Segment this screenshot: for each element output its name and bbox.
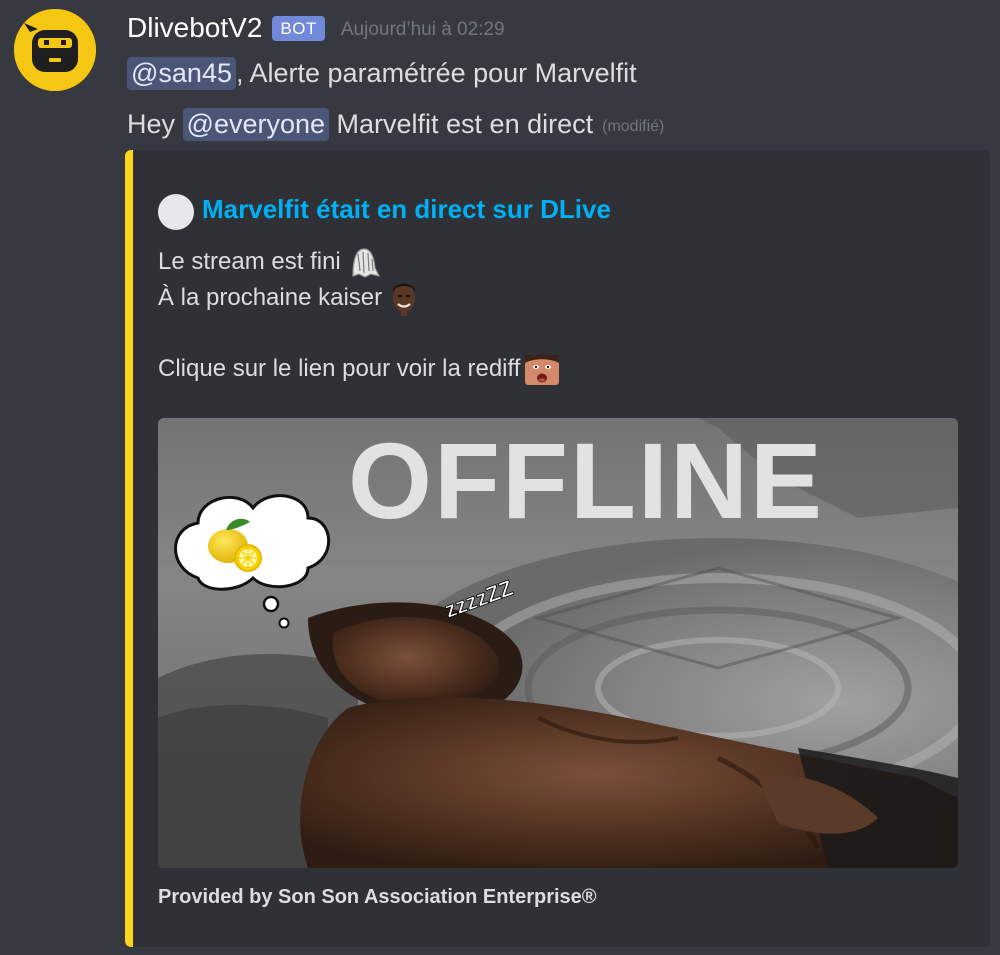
message-line-alert: @san45 , Alerte paramétrée pour Marvelfi… — [127, 53, 637, 93]
ghost-emoji-icon — [352, 248, 380, 278]
see-you-text: À la prochaine kaiser — [158, 284, 383, 311]
embed-accent-bar — [125, 150, 133, 947]
edited-label: (modifié) — [602, 118, 665, 135]
mention-everyone[interactable]: @everyone — [182, 107, 330, 141]
author-icon — [158, 194, 194, 230]
alert-text: , Alerte paramétrée pour Marvelfit — [235, 57, 637, 88]
replay-link-text: Clique sur le lien pour voir la rediff — [158, 355, 521, 382]
offline-thumbnail[interactable]: OFFLINE zzzzZZ — [158, 418, 958, 868]
description-line-1: Le stream est fini — [158, 245, 381, 279]
offline-image-graphic: OFFLINE zzzzZZ — [158, 418, 958, 868]
face-emoji-icon — [393, 283, 416, 316]
username[interactable]: DlivebotV2 — [127, 12, 262, 44]
stream-embed: Marvelfit était en direct sur DLive Le s… — [125, 150, 990, 947]
description-line-2: À la prochaine kaiser — [158, 281, 422, 316]
greeting-text: Hey — [127, 108, 183, 139]
description-line-3: Clique sur le lien pour voir la rediff — [158, 352, 560, 386]
bot-tag-badge: BOT — [272, 15, 325, 41]
embed-footer: Provided by Son Son Association Enterpri… — [158, 886, 597, 908]
mention-san45[interactable]: @san45 — [127, 56, 236, 90]
embed-title-row: Marvelfit était en direct sur DLive — [158, 188, 611, 230]
surprised-face-emoji-icon — [525, 355, 560, 385]
embed-title-link[interactable]: Marvelfit était en direct sur DLive — [202, 194, 611, 225]
stream-ended-text: Le stream est fini — [158, 248, 341, 275]
chat-message: DlivebotV2 BOT Aujourd’hui à 02:29 @san4… — [0, 0, 1000, 955]
ninja-face-icon — [14, 9, 96, 91]
timestamp[interactable]: Aujourd’hui à 02:29 — [341, 19, 505, 41]
message-line-live: Hey @everyone Marvelfit est en direct (m… — [127, 103, 664, 145]
bot-avatar[interactable] — [14, 9, 96, 91]
live-text: Marvelfit est en direct — [329, 108, 594, 139]
offline-overlay-text: OFFLINE — [348, 420, 824, 541]
message-header: DlivebotV2 BOT Aujourd’hui à 02:29 — [127, 10, 505, 46]
